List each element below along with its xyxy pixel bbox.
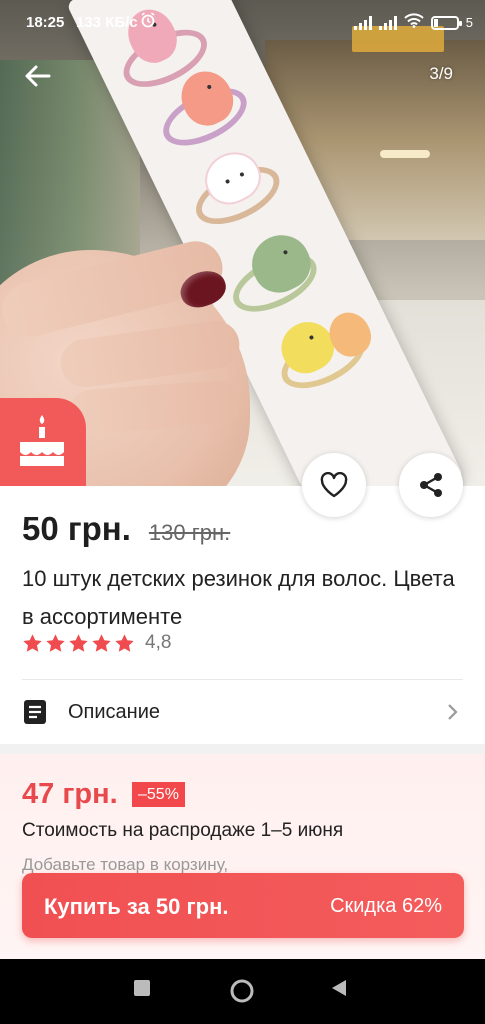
arrow-left-icon[interactable] [22, 60, 54, 92]
star-icon [46, 633, 65, 652]
rating-value: 4,8 [145, 632, 172, 653]
charm-eye [308, 334, 315, 341]
description-row[interactable]: Описание [22, 690, 463, 734]
battery-icon [430, 15, 462, 30]
price-row: 50 грн. 130 грн. [22, 510, 230, 548]
rating[interactable]: 4,8 [22, 632, 171, 654]
status-bar: 18:25 133 КБ/с 5 [0, 0, 485, 44]
heart-icon [320, 472, 348, 498]
share-icon [420, 473, 442, 497]
star-icon [23, 633, 42, 652]
image-counter: 3/9 [429, 64, 453, 83]
section-gap [0, 744, 485, 754]
share-button[interactable] [399, 453, 463, 517]
old-price: 130 грн. [148, 520, 231, 545]
system-nav-bar [0, 959, 485, 1024]
price: 50 грн. [22, 510, 131, 547]
description-label: Описание [68, 700, 161, 723]
star-icon [92, 633, 111, 652]
wishlist-button[interactable] [302, 453, 366, 517]
status-time: 18:25 [26, 14, 65, 31]
status-network-speed: 133 КБ/с [76, 14, 138, 31]
circle-icon[interactable] [229, 978, 255, 1009]
charm-eye [239, 171, 245, 178]
promo-badge[interactable] [0, 398, 86, 486]
sale-hint: Добавьте товар в корзину, [22, 855, 229, 874]
buy-button[interactable]: Купить за 50 грн. Скидка 62% [22, 873, 464, 938]
product-title: 10 штук детских резинок для волос. Цвета… [22, 566, 455, 629]
charm-eye [224, 178, 231, 185]
square-icon[interactable] [133, 979, 151, 1002]
star-icon [69, 633, 88, 652]
battery-level [433, 18, 438, 27]
star-icon [115, 633, 134, 652]
sale-price: 47 грн. [22, 778, 118, 810]
buy-discount: Скидка 62% [330, 895, 442, 917]
birthday-cake-icon [20, 415, 64, 466]
charm-eye [282, 249, 289, 255]
status-icons: 5 [353, 13, 473, 32]
divider [22, 679, 463, 680]
background-light [380, 150, 430, 158]
sale-period: Стоимость на распродаже 1–5 июня [22, 820, 344, 841]
wifi-icon [404, 13, 424, 32]
signal-icon [353, 15, 372, 30]
charm-eye [206, 84, 212, 90]
triangle-back-icon[interactable] [330, 979, 348, 1002]
alarm-icon [140, 12, 156, 33]
document-icon [24, 700, 46, 724]
sale-discount-badge: –55% [132, 782, 185, 807]
buy-label: Купить за 50 грн. [44, 894, 229, 919]
battery-percent: 5 [465, 15, 473, 30]
signal-icon [378, 15, 397, 30]
chevron-right-icon [448, 704, 458, 720]
